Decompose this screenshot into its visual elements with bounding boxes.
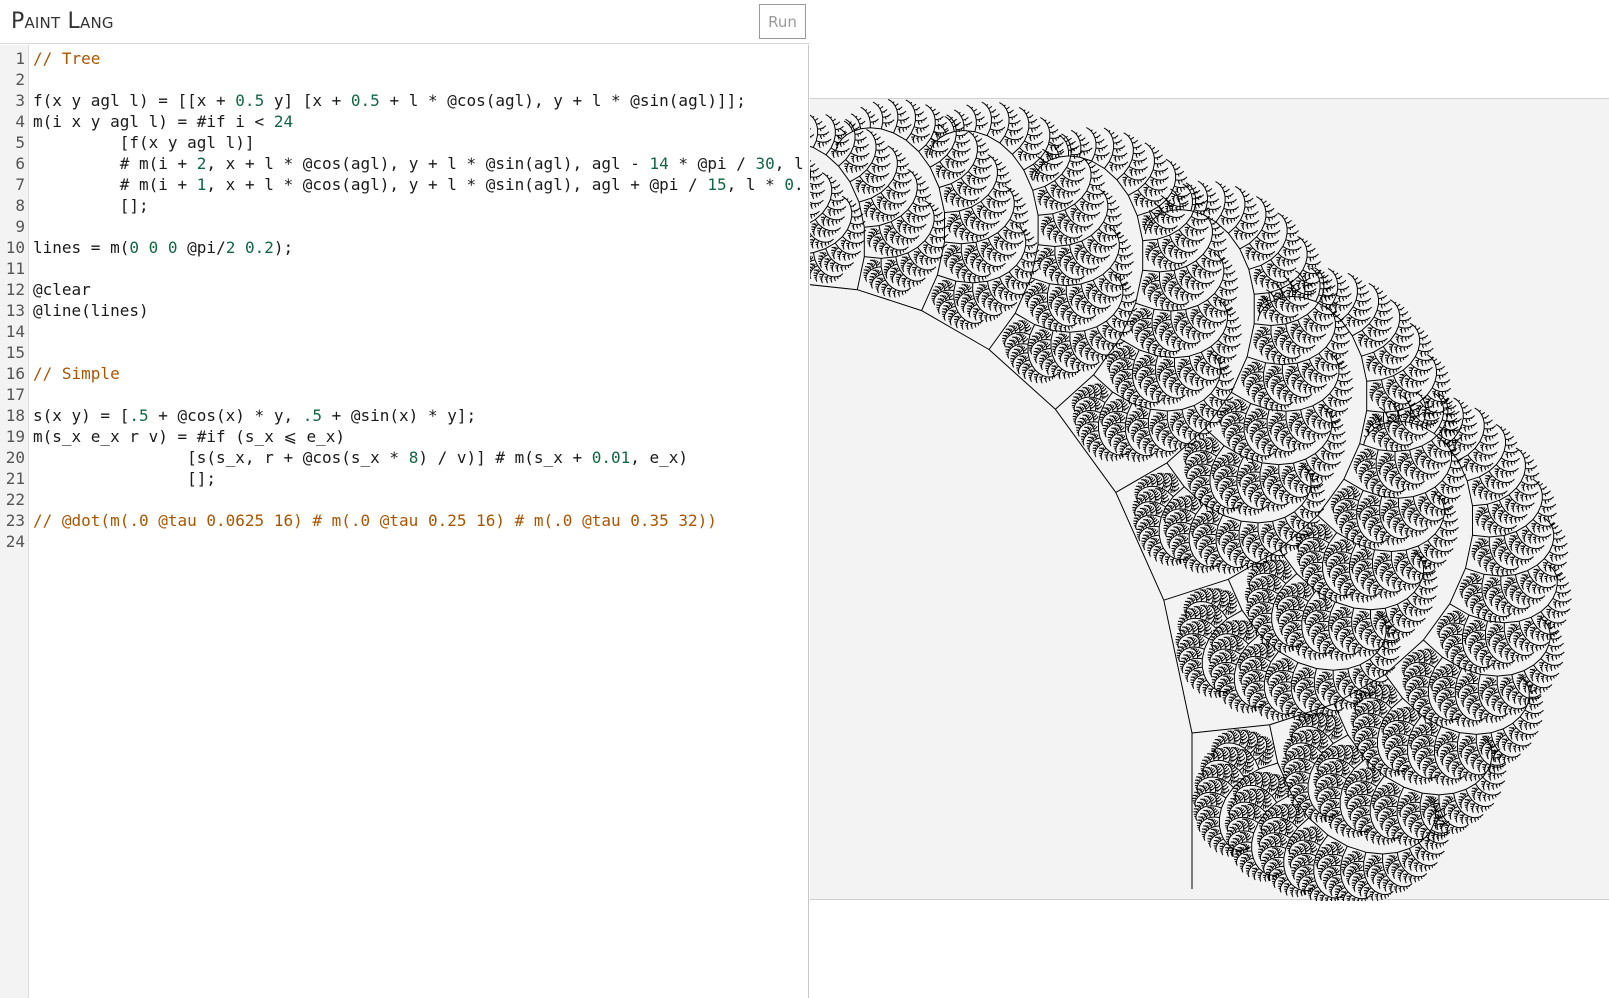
code-line[interactable]: [f(x y agl l)] bbox=[33, 132, 808, 153]
code-line[interactable]: # m(i + 1, x + l * @cos(agl), y + l * @s… bbox=[33, 174, 808, 195]
drawing-canvas bbox=[810, 98, 1609, 901]
line-number: 5 bbox=[15, 133, 25, 152]
code-line[interactable]: f(x y agl l) = [[x + 0.5 y] [x + 0.5 + l… bbox=[33, 90, 808, 111]
code-line[interactable] bbox=[33, 489, 808, 510]
line-number: 6 bbox=[15, 154, 25, 173]
line-number: 24 bbox=[5, 532, 25, 551]
code-line[interactable]: []; bbox=[33, 468, 808, 489]
code-line[interactable]: // Simple bbox=[33, 363, 808, 384]
line-number: 23 bbox=[5, 511, 25, 530]
line-numbers: 1 2 3 4 5 6 7 8 9 10 11 12 13 14 15 16 17 18 19 20 21 22 23 24 bbox=[0, 48, 25, 552]
code-line[interactable] bbox=[33, 321, 808, 342]
line-number-gutter: 1 2 3 4 5 6 7 8 9 10 11 12 13 14 15 16 17 18 19 20 21 22 23 24 bbox=[0, 45, 29, 998]
output-panel bbox=[810, 0, 1609, 998]
code-line[interactable]: s(x y) = [.5 + @cos(x) * y, .5 + @sin(x)… bbox=[33, 405, 808, 426]
line-number: 21 bbox=[5, 469, 25, 488]
code-line[interactable] bbox=[33, 384, 808, 405]
code-line[interactable] bbox=[33, 258, 808, 279]
fractal-tree-drawing bbox=[810, 99, 1572, 901]
line-number: 10 bbox=[5, 238, 25, 257]
line-number: 22 bbox=[5, 490, 25, 509]
code-line[interactable] bbox=[33, 342, 808, 363]
code-line[interactable]: // @dot(m(.0 @tau 0.0625 16) # m(.0 @tau… bbox=[33, 510, 808, 531]
line-number: 15 bbox=[5, 343, 25, 362]
app-title: Paint Lang bbox=[11, 9, 114, 34]
code-line[interactable]: @clear bbox=[33, 279, 808, 300]
fractal-branches bbox=[810, 99, 1572, 901]
line-number: 3 bbox=[15, 91, 25, 110]
line-number: 11 bbox=[5, 259, 25, 278]
code-line[interactable]: []; bbox=[33, 195, 808, 216]
line-number: 14 bbox=[5, 322, 25, 341]
line-number: 20 bbox=[5, 448, 25, 467]
code-line[interactable]: m(i x y agl l) = #if i < 24 bbox=[33, 111, 808, 132]
line-number: 13 bbox=[5, 301, 25, 320]
run-button[interactable]: Run bbox=[759, 4, 806, 39]
app-header: Paint Lang Run bbox=[0, 0, 810, 44]
line-number: 7 bbox=[15, 175, 25, 194]
line-number: 8 bbox=[15, 196, 25, 215]
line-number: 1 bbox=[15, 49, 25, 68]
code-line[interactable] bbox=[33, 531, 808, 552]
code-line[interactable]: @line(lines) bbox=[33, 300, 808, 321]
code-line[interactable]: m(s_x e_x r v) = #if (s_x ⩽ e_x) bbox=[33, 426, 808, 447]
line-number: 19 bbox=[5, 427, 25, 446]
code-line[interactable] bbox=[33, 216, 808, 237]
code-line[interactable]: lines = m(0 0 0 @pi/2 0.2); bbox=[33, 237, 808, 258]
line-number: 12 bbox=[5, 280, 25, 299]
code-content[interactable]: // Tree f(x y agl l) = [[x + 0.5 y] [x + … bbox=[33, 48, 808, 552]
line-number: 17 bbox=[5, 385, 25, 404]
code-editor[interactable]: 1 2 3 4 5 6 7 8 9 10 11 12 13 14 15 16 17 18 19 20 21 22 23 24 … bbox=[0, 45, 809, 998]
line-number: 18 bbox=[5, 406, 25, 425]
line-number: 9 bbox=[15, 217, 25, 236]
line-number: 4 bbox=[15, 112, 25, 131]
code-line[interactable]: # m(i + 2, x + l * @cos(agl), y + l * @s… bbox=[33, 153, 808, 174]
code-line[interactable]: // Tree bbox=[33, 48, 808, 69]
code-line[interactable]: [s(s_x, r + @cos(s_x * 8) / v)] # m(s_x … bbox=[33, 447, 808, 468]
code-line[interactable] bbox=[33, 69, 808, 90]
line-number: 16 bbox=[5, 364, 25, 383]
line-number: 2 bbox=[15, 70, 25, 89]
